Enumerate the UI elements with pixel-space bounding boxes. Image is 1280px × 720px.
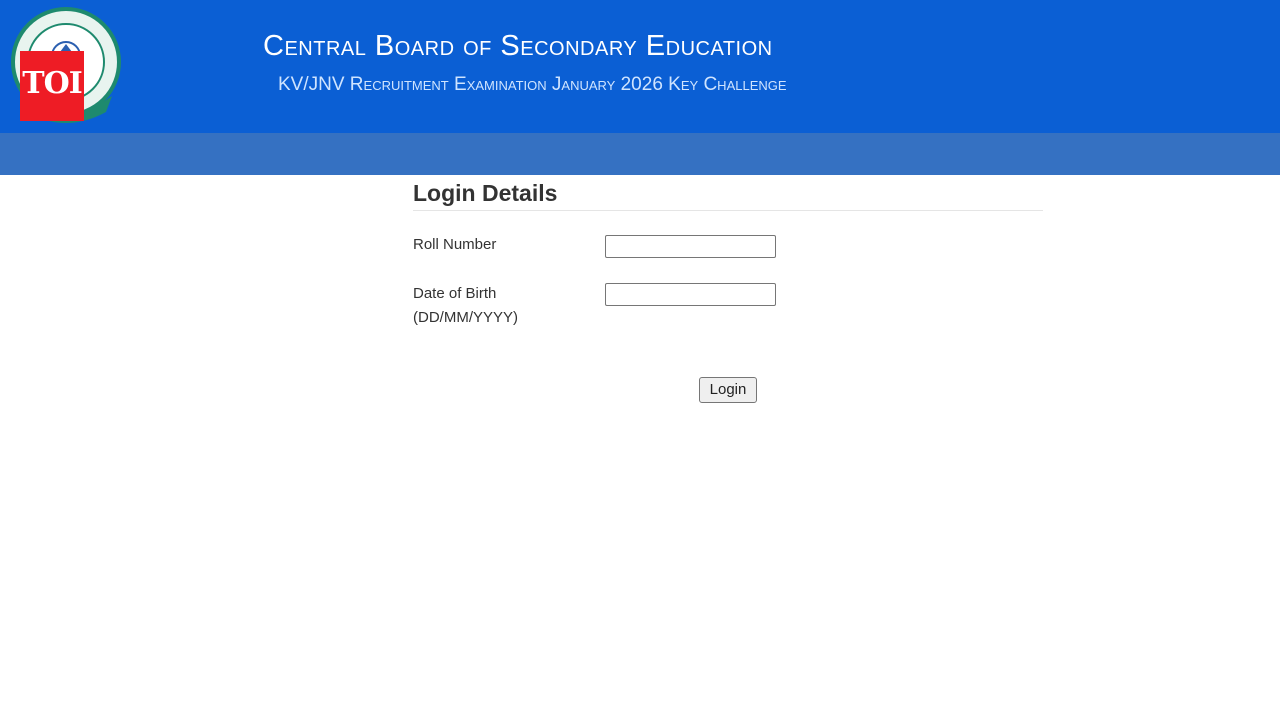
toi-watermark: TOI (20, 51, 84, 121)
dob-label: Date of Birth (DD/MM/YYYY) (413, 285, 518, 326)
dob-input[interactable] (605, 283, 776, 306)
form-heading: Login Details (413, 180, 558, 206)
heading-divider (413, 210, 1043, 211)
roll-number-input[interactable] (605, 235, 776, 258)
login-button[interactable]: Login (699, 377, 757, 403)
page-subtitle: KV/JNV Recruitment Examination January 2… (278, 74, 787, 95)
roll-number-label: Roll Number (413, 236, 497, 253)
site-header: TOI Central Board of Secondary Education… (0, 0, 1280, 133)
page-title: Central Board of Secondary Education (263, 30, 773, 62)
nav-bar: n (0, 133, 1280, 175)
